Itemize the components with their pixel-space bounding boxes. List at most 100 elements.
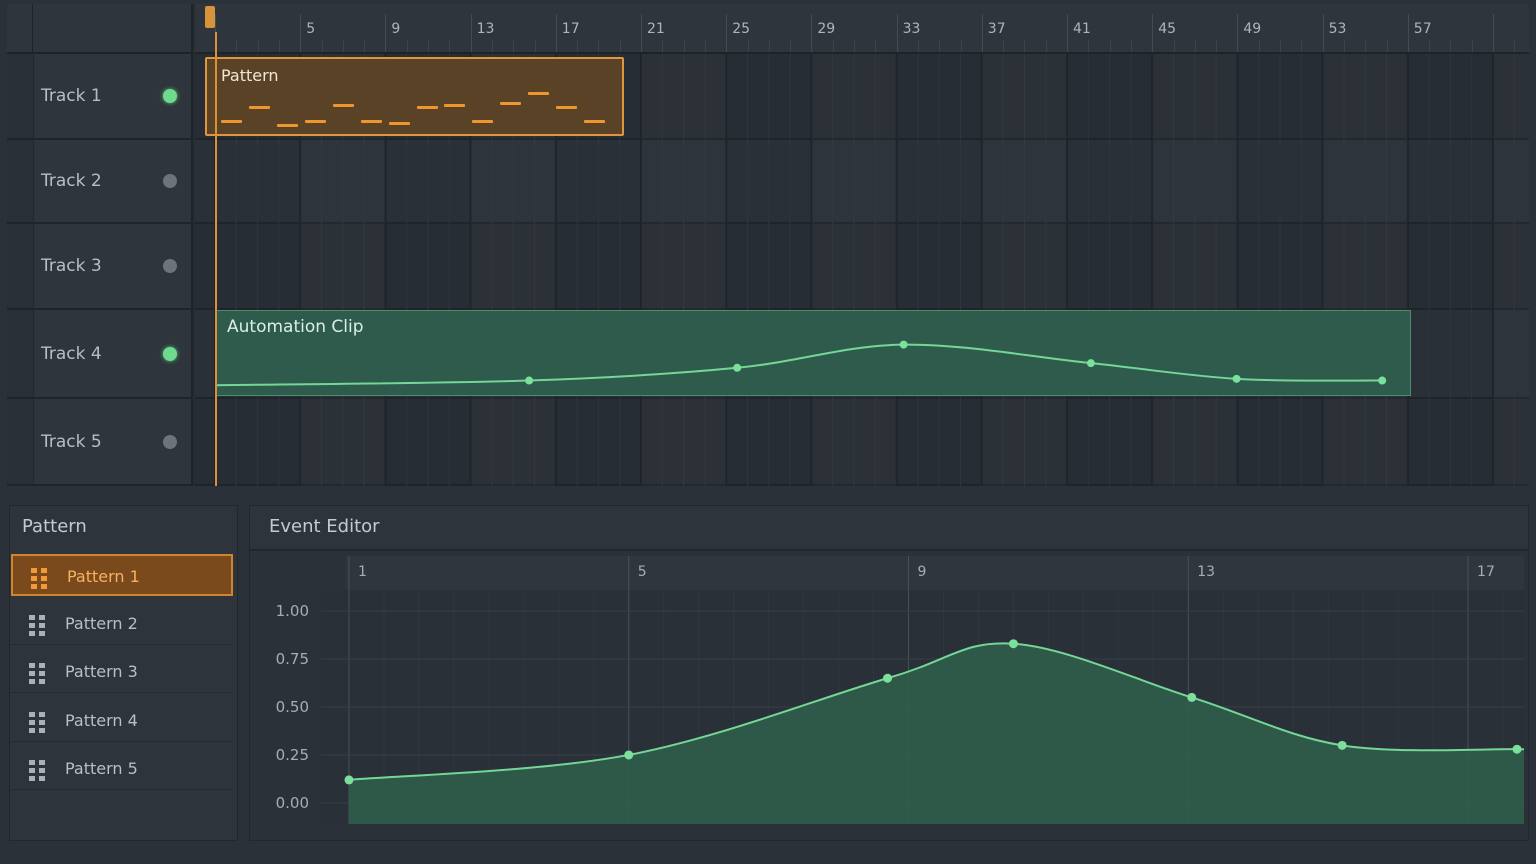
automation-point[interactable]	[1232, 374, 1241, 383]
event-editor-panel: 1.00 0.75 0.50 0.25 0.00 1 5 9 13 17 Event Editor	[249, 505, 1529, 841]
pattern-name: Pattern 3	[65, 662, 138, 681]
track-header-3[interactable]: Track 3	[7, 224, 193, 310]
timeline-ruler[interactable]: 5 9 13 17 21 25 29 33 37 41 45 49 53 57	[195, 4, 1529, 54]
event-editor-title: Event Editor	[269, 516, 380, 537]
ruler-tick	[1109, 40, 1111, 52]
automation-point[interactable]	[525, 376, 534, 385]
automation-curve	[216, 340, 1387, 387]
grid-bar-shade	[641, 54, 726, 486]
pattern-name: Pattern 1	[67, 567, 140, 586]
automation-point[interactable]	[1378, 376, 1387, 385]
envelope-point[interactable]	[1008, 639, 1018, 649]
ruler-bar-label: 57	[1413, 21, 1432, 37]
drag-grip-icon[interactable]	[29, 711, 49, 733]
grid-bar-shade	[811, 54, 896, 486]
pattern-note	[444, 104, 466, 107]
playhead-marker[interactable]	[205, 6, 215, 28]
event-editor-chart[interactable]: 1.00 0.75 0.50 0.25 0.00 1 5 9 13 17	[250, 506, 1528, 840]
track-header-5[interactable]: Track 5	[7, 399, 193, 486]
ruler-tick	[1407, 14, 1409, 52]
ruler-bar-label: 53	[1328, 21, 1347, 37]
ruler-tick	[236, 40, 238, 52]
drag-grip-icon[interactable]	[31, 568, 51, 589]
x-tick-label: 17	[1477, 564, 1495, 580]
x-tick-label: 1	[358, 564, 367, 580]
automation-point[interactable]	[733, 363, 742, 372]
x-tick-label: 9	[918, 564, 927, 580]
ruler-tick	[1003, 40, 1005, 52]
ruler-tick	[555, 14, 557, 52]
ruler-tick	[1067, 14, 1068, 52]
track-header-column: Track 1 Track 2 Track 3 Track 4 Track 5	[7, 54, 195, 486]
ruler-bar-label: 49	[1243, 21, 1262, 37]
ruler-tick	[364, 40, 366, 52]
ruler-bar-label: 5	[306, 21, 316, 37]
ruler-tick	[704, 40, 706, 52]
ruler-tick	[1045, 40, 1047, 52]
ruler-bar-label: 29	[817, 21, 836, 37]
ruler-tick	[960, 40, 962, 52]
editor-ruler-corner	[250, 556, 346, 590]
ruler-tick	[1322, 14, 1324, 52]
automation-clip[interactable]: Automation Clip	[215, 310, 1411, 396]
ruler-tick	[278, 40, 280, 52]
track-color-strip	[7, 54, 34, 138]
track-mute-led[interactable]	[163, 174, 177, 188]
ruler-tick	[1237, 14, 1239, 52]
ruler-tick	[854, 40, 855, 52]
playlist-corner	[7, 4, 193, 54]
drag-grip-icon[interactable]	[29, 760, 49, 781]
envelope-point[interactable]	[883, 673, 893, 683]
track-mute-led[interactable]	[163, 259, 177, 273]
automation-point[interactable]	[899, 340, 908, 349]
track-mute-led[interactable]	[163, 434, 177, 449]
pattern-clip[interactable]: Pattern	[205, 57, 624, 136]
track-mute-led[interactable]	[163, 89, 177, 103]
pattern-item-2[interactable]: Pattern 2	[11, 603, 233, 645]
pattern-item-5[interactable]: Pattern 5	[11, 748, 233, 790]
pattern-item-3[interactable]: Pattern 3	[11, 651, 233, 693]
ruler-tick	[598, 40, 600, 52]
track-color-strip	[7, 224, 34, 308]
envelope-point[interactable]	[344, 775, 354, 785]
ruler-bar-label: 25	[732, 21, 751, 37]
automation-point[interactable]	[1086, 359, 1095, 368]
drag-grip-icon[interactable]	[29, 663, 49, 684]
editor-ruler	[346, 556, 1524, 590]
ruler-tick	[1216, 40, 1218, 52]
pattern-note	[500, 102, 522, 105]
pattern-item-1[interactable]: Pattern 1	[11, 554, 233, 596]
track-header-2[interactable]: Track 2	[7, 140, 193, 224]
ruler-tick	[641, 14, 642, 52]
track-lanes[interactable]: Pattern Automation Clip	[195, 54, 1529, 486]
track-mute-led[interactable]	[163, 346, 177, 361]
ruler-tick	[1024, 40, 1026, 52]
track-color-strip	[7, 399, 34, 484]
playhead-line[interactable]	[215, 32, 217, 486]
y-tick-label: 0.00	[276, 794, 309, 812]
track-color-strip	[7, 310, 34, 397]
envelope-point[interactable]	[624, 750, 634, 760]
ruler-tick	[1450, 40, 1452, 52]
track-header-1[interactable]: Track 1	[7, 54, 193, 140]
ruler-tick	[491, 40, 493, 52]
pattern-note	[416, 106, 438, 109]
ruler-bar-label: 33	[902, 21, 921, 37]
pattern-name: Pattern 2	[65, 613, 138, 633]
ruler-tick	[1088, 40, 1090, 52]
ruler-bar-label: 45	[1158, 21, 1177, 37]
ruler-tick	[726, 14, 728, 52]
ruler-tick	[1493, 14, 1494, 52]
pattern-item-4[interactable]: Pattern 4	[11, 700, 233, 742]
ruler-tick	[257, 40, 259, 52]
drag-grip-icon[interactable]	[29, 614, 49, 636]
track-header-4[interactable]: Track 4	[7, 310, 193, 399]
ruler-tick	[1280, 40, 1281, 52]
pattern-clip-title: Pattern	[221, 66, 279, 85]
ruler-tick	[1194, 40, 1196, 52]
ruler-tick	[875, 40, 877, 52]
y-tick-label: 1.00	[276, 602, 309, 620]
envelope-point[interactable]	[1512, 744, 1522, 754]
envelope-point[interactable]	[1187, 692, 1197, 702]
envelope-point[interactable]	[1337, 740, 1347, 750]
